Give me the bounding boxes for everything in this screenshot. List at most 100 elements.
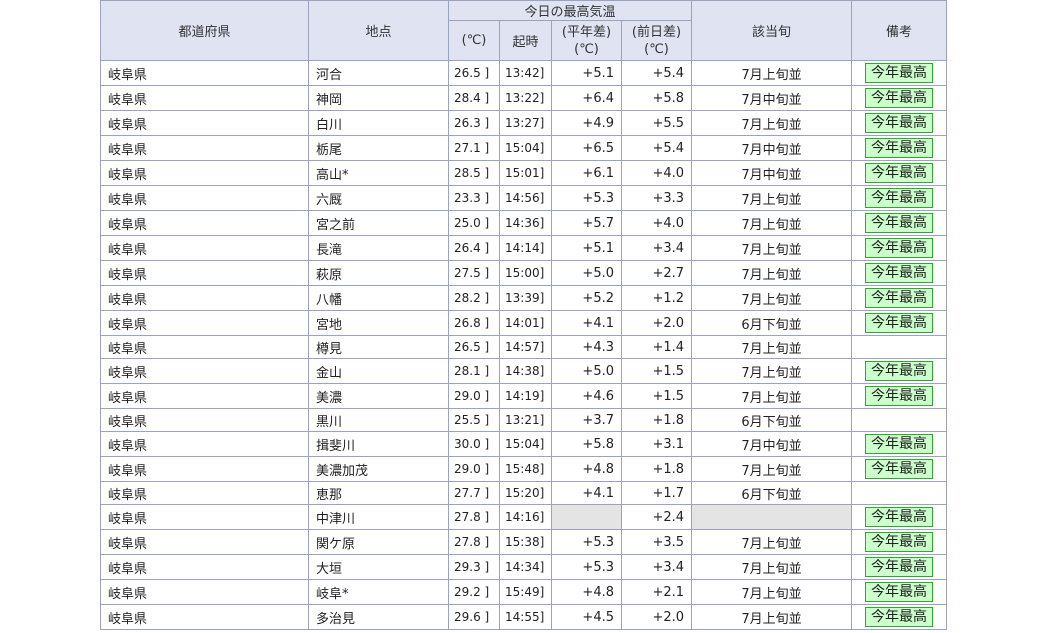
cell-prefecture: 岐阜県: [100, 285, 309, 311]
table-row: 岐阜県 宮地 26.8 ] 14:01] +4.1 +2.0 6月下旬並 今年最高: [100, 310, 948, 336]
cell-time: 14:01]: [499, 310, 552, 336]
table-row: 岐阜県 長滝 26.4 ] 14:14] +5.1 +3.4 7月上旬並 今年最高: [100, 235, 948, 261]
year-high-badge: 今年最高: [865, 607, 934, 627]
table-row: 岐阜県 樽見 26.5 ] 14:57] +4.3 +1.4 7月上旬並: [100, 335, 948, 359]
cell-time: 15:00]: [499, 260, 552, 286]
year-high-badge: 今年最高: [865, 361, 934, 381]
cell-prefecture: 岐阜県: [100, 235, 309, 261]
cell-max-temp: 29.0 ]: [448, 383, 500, 409]
cell-time: 15:01]: [499, 160, 552, 186]
table-row: 岐阜県 河合 26.5 ] 13:42] +5.1 +5.4 7月上旬並 今年最高: [100, 60, 948, 86]
cell-time: 14:16]: [499, 504, 552, 530]
cell-prev-diff: +1.8: [620, 408, 693, 432]
cell-season: 7月上旬並: [691, 185, 853, 211]
year-high-badge: 今年最高: [865, 113, 934, 133]
cell-prefecture: 岐阜県: [100, 383, 309, 409]
cell-location: 六厩: [308, 185, 449, 211]
cell-max-temp: 26.3 ]: [448, 110, 500, 136]
cell-time: 14:19]: [499, 383, 552, 409]
table-row: 岐阜県 神岡 28.4 ] 13:22] +6.4 +5.8 7月中旬並 今年最高: [100, 85, 948, 111]
header-season: 該当旬: [691, 0, 853, 61]
cell-note: 今年最高: [851, 260, 948, 286]
header-todays-max-temp: 今日の最高気温: [447, 0, 693, 21]
cell-location: 恵那: [308, 481, 449, 505]
header-prev-diff-label: (前日差): [631, 24, 682, 40]
year-high-badge: 今年最高: [865, 557, 934, 577]
cell-time: 13:27]: [499, 110, 552, 136]
cell-prefecture: 岐阜県: [100, 529, 309, 555]
cell-max-temp: 27.1 ]: [448, 135, 500, 161]
cell-location: 栃尾: [308, 135, 449, 161]
cell-prev-diff: +4.0: [620, 210, 693, 236]
cell-note: 今年最高: [851, 85, 948, 111]
cell-location: 樽見: [308, 335, 449, 359]
cell-prev-diff: +3.1: [620, 431, 693, 457]
year-high-badge: 今年最高: [865, 188, 934, 208]
cell-prev-diff: +1.5: [620, 358, 693, 384]
cell-season: 6月下旬並: [691, 481, 853, 505]
cell-location: 揖斐川: [308, 431, 449, 457]
year-high-badge: 今年最高: [865, 532, 934, 552]
cell-normal-diff: +4.1: [551, 481, 622, 505]
table-row: 岐阜県 萩原 27.5 ] 15:00] +5.0 +2.7 7月上旬並 今年最高: [100, 260, 948, 286]
table-row: 岐阜県 中津川 27.8 ] 14:16] +2.4 今年最高: [100, 504, 948, 530]
cell-season: 7月上旬並: [691, 260, 853, 286]
cell-prefecture: 岐阜県: [100, 110, 309, 136]
year-high-badge: 今年最高: [865, 459, 934, 479]
cell-normal-diff: +5.3: [551, 185, 622, 211]
cell-prefecture: 岐阜県: [100, 135, 309, 161]
cell-note: 今年最高: [851, 604, 948, 630]
year-high-badge: 今年最高: [865, 507, 934, 527]
cell-location: 河合: [308, 60, 449, 86]
cell-prev-diff: +3.5: [620, 529, 693, 555]
cell-season: 7月上旬並: [691, 358, 853, 384]
table-row: 岐阜県 美濃加茂 29.0 ] 15:48] +4.8 +1.8 7月上旬並 今年最高: [100, 456, 948, 482]
cell-normal-diff: +4.9: [551, 110, 622, 136]
header-prefecture: 都道府県: [100, 0, 309, 61]
cell-max-temp: 26.8 ]: [448, 310, 500, 336]
cell-max-temp: 27.8 ]: [448, 504, 500, 530]
cell-time: 15:20]: [499, 481, 552, 505]
cell-note: 今年最高: [851, 310, 948, 336]
cell-location: 岐阜*: [308, 579, 449, 605]
cell-prev-diff: +2.4: [620, 504, 693, 530]
cell-prefecture: 岐阜県: [100, 579, 309, 605]
cell-note: 今年最高: [851, 504, 948, 530]
cell-note: 今年最高: [851, 60, 948, 86]
cell-note: 今年最高: [851, 235, 948, 261]
cell-location: 長滝: [308, 235, 449, 261]
cell-season: 6月下旬並: [691, 310, 853, 336]
year-high-badge: 今年最高: [865, 63, 934, 83]
cell-season: 7月中旬並: [691, 160, 853, 186]
cell-note: 今年最高: [851, 135, 948, 161]
cell-note: 今年最高: [851, 554, 948, 580]
cell-season: 6月下旬並: [691, 408, 853, 432]
table-row: 岐阜県 恵那 27.7 ] 15:20] +4.1 +1.7 6月下旬並: [100, 481, 948, 505]
cell-season: 7月上旬並: [691, 456, 853, 482]
header-note: 備考: [851, 0, 948, 61]
cell-prev-diff: +5.4: [620, 135, 693, 161]
cell-normal-diff: +5.8: [551, 431, 622, 457]
cell-max-temp: 27.7 ]: [448, 481, 500, 505]
table-row: 岐阜県 岐阜* 29.2 ] 15:49] +4.8 +2.1 7月上旬並 今年最高: [100, 579, 948, 605]
header-prev-diff-unit: (℃): [644, 41, 669, 57]
cell-location: 中津川: [308, 504, 449, 530]
cell-prev-diff: +3.4: [620, 235, 693, 261]
cell-normal-diff: [551, 504, 622, 530]
cell-prefecture: 岐阜県: [100, 431, 309, 457]
cell-prefecture: 岐阜県: [100, 504, 309, 530]
header-location: 地点: [308, 0, 449, 61]
cell-normal-diff: +5.1: [551, 235, 622, 261]
cell-max-temp: 25.5 ]: [448, 408, 500, 432]
cell-location: 大垣: [308, 554, 449, 580]
cell-normal-diff: +6.1: [551, 160, 622, 186]
cell-max-temp: 29.6 ]: [448, 604, 500, 630]
header-normal-diff-unit: (℃): [574, 41, 599, 57]
cell-max-temp: 28.5 ]: [448, 160, 500, 186]
header-temp: (℃): [448, 20, 500, 61]
table-row: 岐阜県 高山* 28.5 ] 15:01] +6.1 +4.0 7月中旬並 今年最高: [100, 160, 948, 186]
cell-normal-diff: +3.7: [551, 408, 622, 432]
cell-prev-diff: +4.0: [620, 160, 693, 186]
year-high-badge: 今年最高: [865, 263, 934, 283]
table-row: 岐阜県 宮之前 25.0 ] 14:36] +5.7 +4.0 7月上旬並 今年最高: [100, 210, 948, 236]
